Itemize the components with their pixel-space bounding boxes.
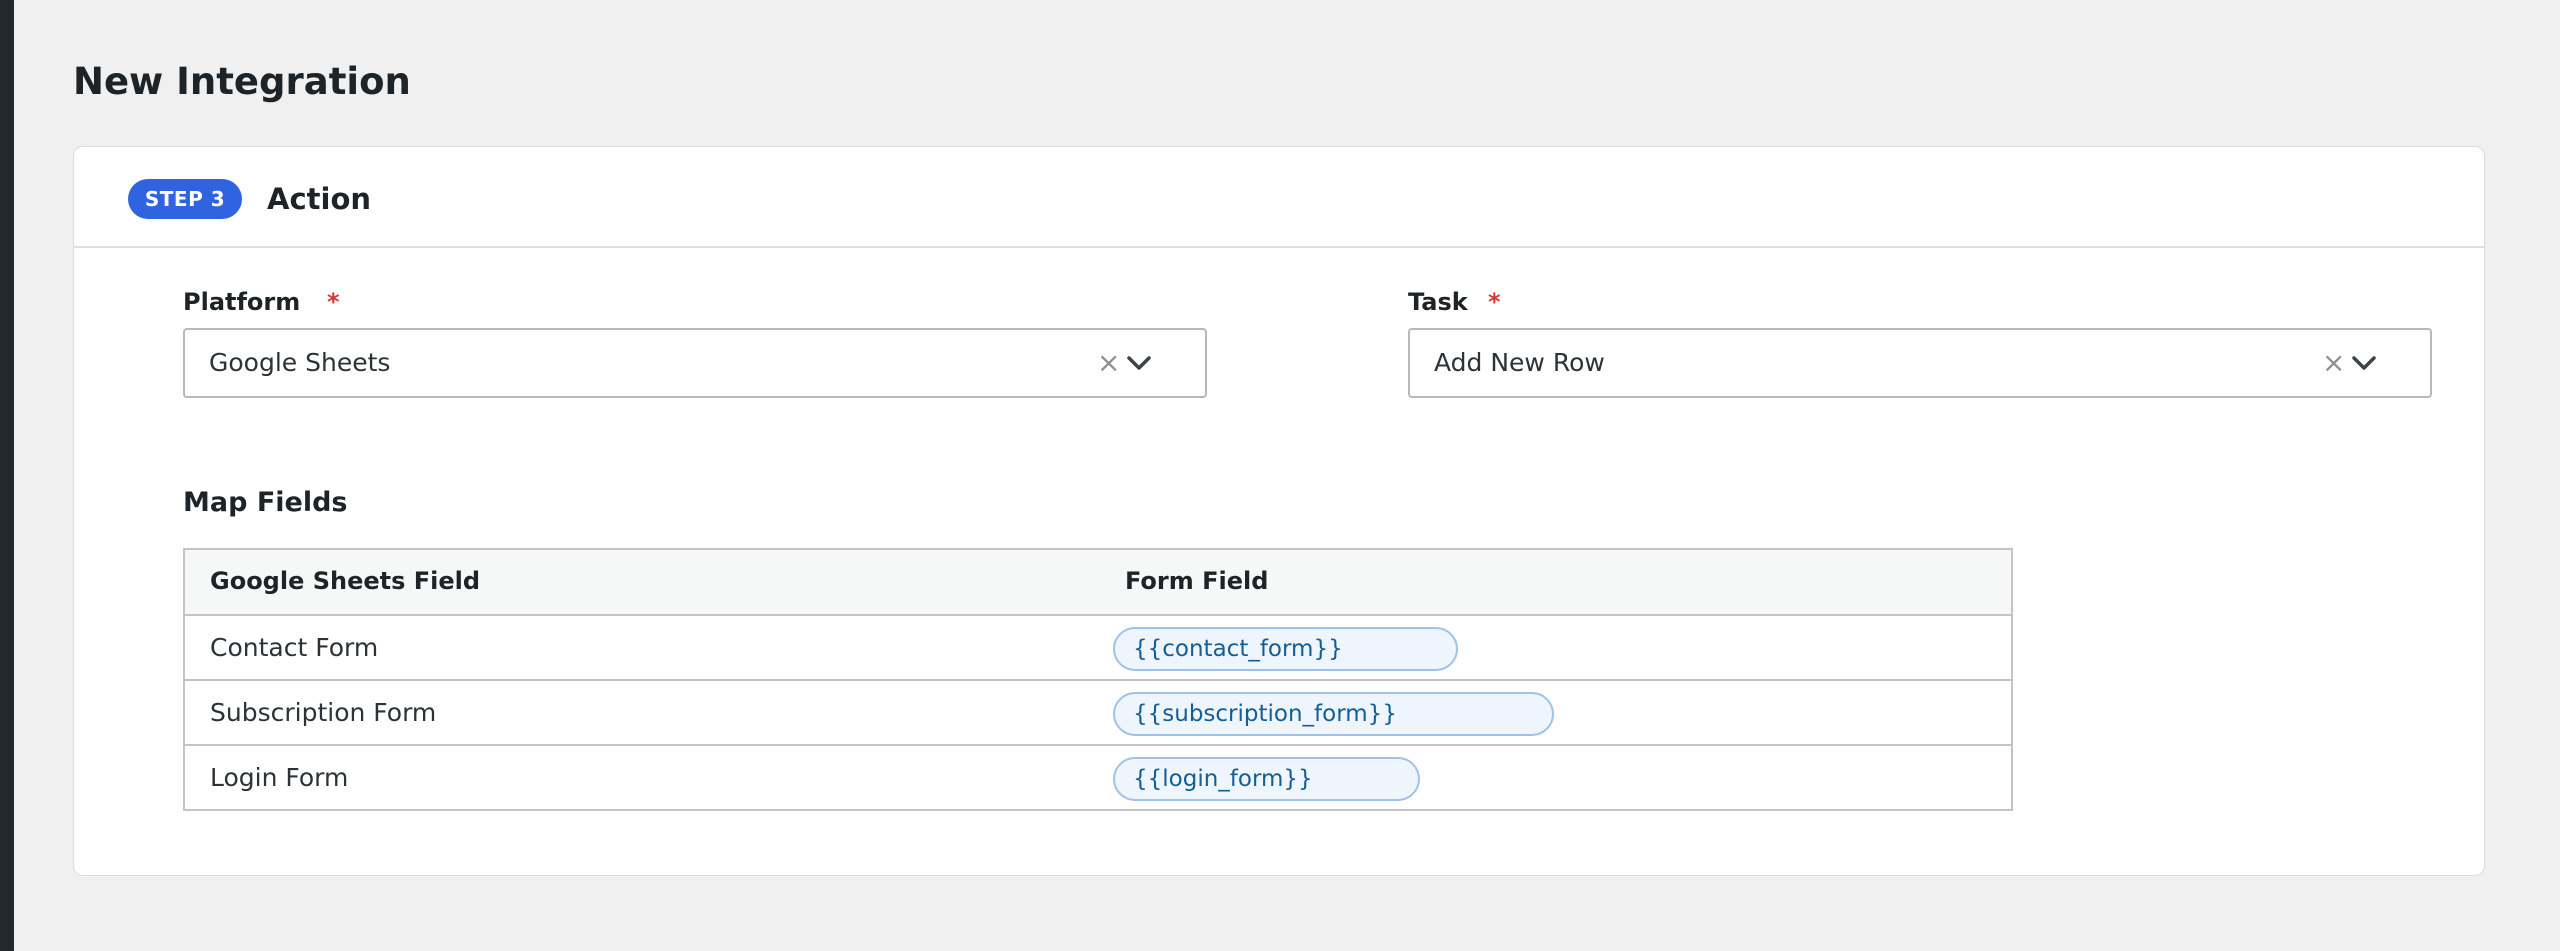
platform-clear-icon[interactable]: × [1097, 330, 1120, 396]
step-header: STEP 3 Action [74, 147, 2484, 248]
table-header-row: Google Sheets Field Form Field [185, 550, 2011, 616]
task-required-mark: * [1488, 288, 1501, 316]
sheet-field-name: Subscription Form [210, 698, 437, 727]
platform-required-mark: * [327, 288, 340, 316]
column-header-form-field: Form Field [1125, 567, 1269, 595]
table-row: Subscription Form {{subscription_form}} [185, 681, 2011, 746]
sheet-field-name: Contact Form [210, 633, 379, 662]
task-label: Task [1408, 288, 1468, 316]
page-title: New Integration [73, 60, 411, 103]
task-select[interactable]: Add New Row × [1408, 328, 2432, 398]
chevron-down-icon[interactable] [1126, 350, 1152, 376]
form-field-token[interactable]: {{login_form}} [1113, 757, 1420, 801]
step-title: Action [267, 182, 372, 216]
platform-select-value: Google Sheets [209, 348, 391, 377]
table-row: Contact Form {{contact_form}} [185, 616, 2011, 681]
sheet-field-name: Login Form [210, 763, 349, 792]
form-field-token[interactable]: {{subscription_form}} [1113, 692, 1554, 736]
chevron-down-icon[interactable] [2351, 350, 2377, 376]
platform-select[interactable]: Google Sheets × [183, 328, 1207, 398]
map-fields-title: Map Fields [183, 487, 348, 518]
task-clear-icon[interactable]: × [2322, 330, 2345, 396]
task-select-value: Add New Row [1434, 348, 1605, 377]
table-row: Login Form {{login_form}} [185, 746, 2011, 809]
platform-label: Platform [183, 288, 301, 316]
step-badge: STEP 3 [128, 179, 242, 219]
map-fields-table: Google Sheets Field Form Field Contact F… [183, 548, 2013, 811]
admin-sidebar-edge [0, 0, 14, 951]
integration-card: STEP 3 Action Platform * Google Sheets ×… [73, 146, 2485, 876]
column-header-sheet-field: Google Sheets Field [210, 567, 481, 595]
form-field-token[interactable]: {{contact_form}} [1113, 627, 1458, 671]
